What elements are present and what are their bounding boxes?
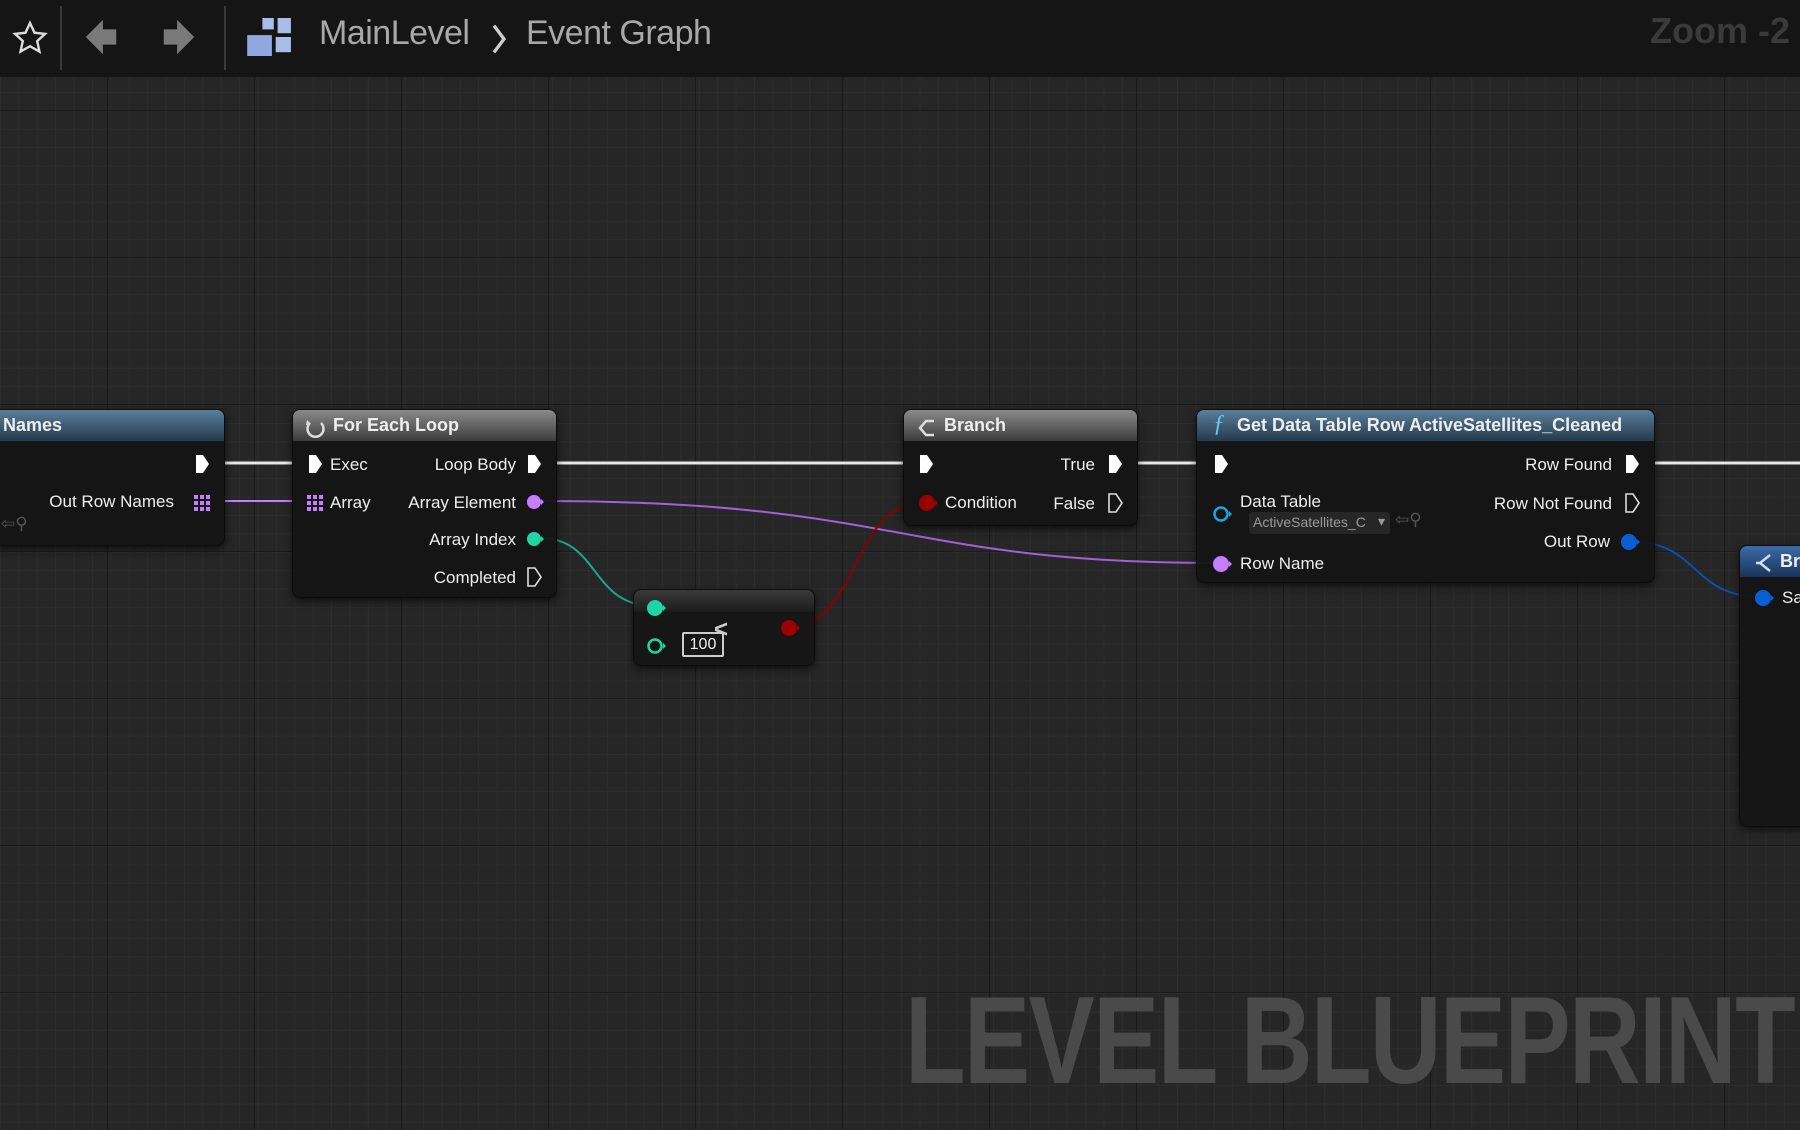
pin-label: Sa (1782, 588, 1800, 607)
break-struct-icon (1756, 554, 1771, 572)
pin-label: Completed (433, 568, 516, 587)
name-pin[interactable] (526, 494, 544, 510)
pin-label: Data Table (1240, 492, 1321, 511)
array-grid-pin[interactable] (307, 495, 323, 511)
exec-out-pin[interactable] (526, 454, 542, 474)
int-in-pin[interactable] (646, 599, 666, 617)
chevron-down-icon: ▾ (1377, 513, 1385, 529)
operator-label: < (714, 616, 729, 643)
exec-false-pin[interactable] (1107, 493, 1123, 513)
int-pin[interactable] (526, 531, 544, 547)
struct-in-pin[interactable] (1754, 589, 1774, 607)
int-in-pin[interactable] (646, 637, 666, 655)
branch-icon (918, 419, 934, 437)
less-than-node[interactable]: 100 < (633, 589, 815, 666)
node-title: Branch (904, 410, 1137, 441)
pin-label: Array (330, 493, 371, 512)
pin-label: False (1053, 494, 1095, 513)
exec-in-pin[interactable] (307, 454, 323, 474)
data-table-dropdown[interactable]: ActiveSatellites_C ▾ (1249, 512, 1390, 534)
array-grid-pin[interactable] (194, 495, 210, 511)
struct-out-pin[interactable] (1620, 533, 1640, 551)
level-blueprint-watermark: LEVEL BLUEPRINT (905, 972, 1796, 1110)
exec-out-pin[interactable] (194, 454, 210, 474)
pin-label: Array Element (408, 493, 516, 512)
node-title: For Each Loop (293, 410, 556, 441)
node-title: Names (0, 410, 224, 441)
exec-row-found-pin[interactable] (1624, 454, 1640, 474)
for-each-loop-node[interactable]: For Each Loop Exec Array Loop Body Array… (292, 409, 557, 598)
bool-in-pin[interactable] (918, 494, 938, 512)
branch-node[interactable]: Branch Condition True False (903, 409, 1138, 526)
pin-label: Row Name (1240, 554, 1325, 573)
exec-true-pin[interactable] (1107, 454, 1123, 474)
exec-out-pin-unconnected[interactable] (526, 567, 542, 587)
pin-label: Array Index (429, 530, 516, 549)
node-title: Get Data Table Row ActiveSatellites_Clea… (1197, 410, 1654, 441)
function-icon: ƒ (1213, 411, 1225, 437)
dropdown-value: ActiveSatellites_C (1253, 514, 1366, 530)
bool-out-pin[interactable] (780, 619, 800, 637)
break-struct-node[interactable]: Br Sa (1739, 545, 1800, 827)
pin-label: True (1060, 455, 1095, 474)
exec-in-pin[interactable] (918, 454, 934, 474)
loop-icon (306, 420, 325, 438)
browse-icons[interactable]: ⇦⚲ (1395, 510, 1422, 530)
pin-label: Exec (330, 455, 368, 474)
pin-label: Out Row (1543, 532, 1610, 551)
name-in-pin[interactable] (1212, 555, 1232, 573)
pin-label: Condition (945, 493, 1017, 512)
exec-row-not-found-pin[interactable] (1624, 493, 1640, 513)
get-row-names-node[interactable]: Names Out Row Names ⇦⚲ (0, 409, 225, 546)
get-data-table-row-node[interactable]: Get Data Table Row ActiveSatellites_Clea… (1196, 409, 1655, 583)
exec-in-pin[interactable] (1213, 454, 1229, 474)
pin-label: Out Row Names (49, 492, 174, 511)
pin-label: Loop Body (434, 455, 516, 474)
browse-icons: ⇦⚲ (1, 514, 28, 533)
object-pin[interactable] (1212, 505, 1232, 523)
pin-label: Row Found (1525, 455, 1612, 474)
pin-label: Row Not Found (1493, 494, 1612, 513)
